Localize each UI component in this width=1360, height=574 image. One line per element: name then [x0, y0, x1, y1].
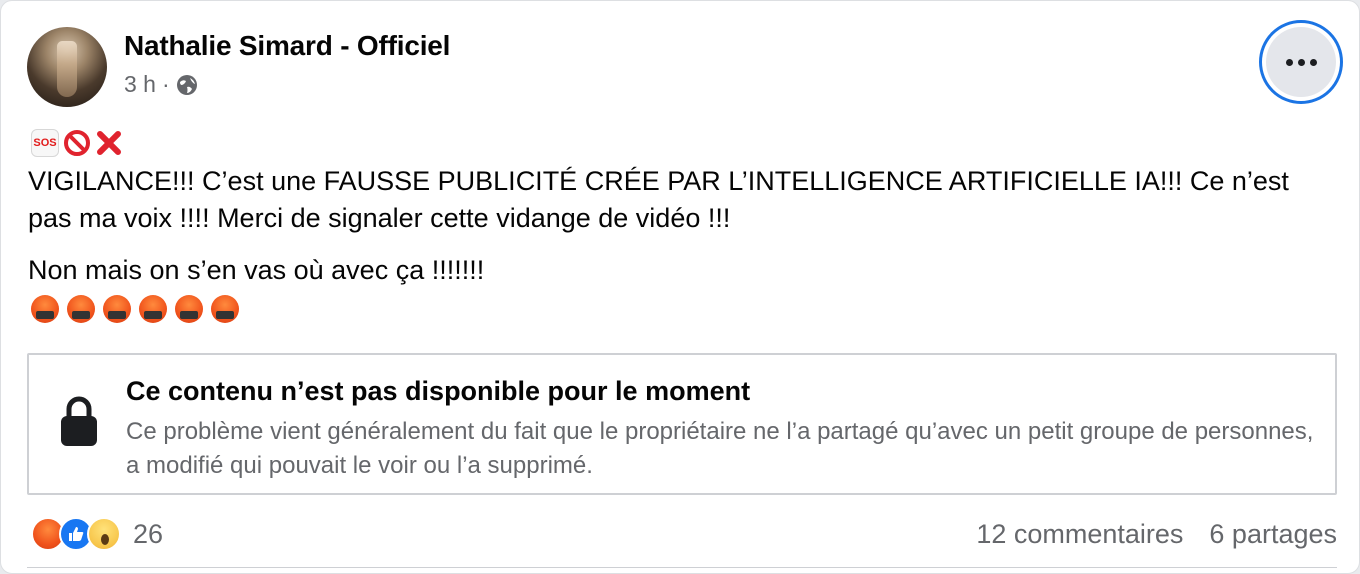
- post-text-secondary: Non mais on s’en vas où avec ça !!!!!!!: [28, 255, 485, 285]
- profile-avatar[interactable]: [27, 27, 107, 107]
- cursing-face-icon: [175, 295, 203, 323]
- reaction-count[interactable]: 26: [133, 519, 163, 550]
- globe-icon: [176, 74, 197, 95]
- angry-emoji-row: [31, 295, 239, 323]
- lock-icon: [61, 396, 97, 446]
- sos-icon: SOS: [31, 129, 59, 157]
- cursing-face-icon: [139, 295, 167, 323]
- unavailable-title: Ce contenu n’est pas disponible pour le …: [126, 376, 751, 406]
- cursing-face-icon: [31, 295, 59, 323]
- comments-count-link[interactable]: 12 commentaires: [976, 519, 1183, 550]
- post-text-main: VIGILANCE!!! C’est une FAUSSE PUBLICITÉ …: [28, 166, 1289, 233]
- author-name[interactable]: Nathalie Simard - Officiel: [124, 30, 450, 62]
- cursing-face-icon: [211, 295, 239, 323]
- cursing-face-icon: [103, 295, 131, 323]
- post-footer: 26 12 commentaires 6 partages: [1, 511, 1359, 561]
- footer-divider: [27, 567, 1337, 568]
- lead-emoji-row: SOS: [31, 129, 123, 157]
- reaction-summary[interactable]: 26: [31, 517, 163, 551]
- post-meta: 3 h ·: [124, 71, 198, 98]
- more-options-button[interactable]: [1259, 20, 1343, 104]
- meta-separator: ·: [161, 71, 170, 97]
- cursing-face-icon: [67, 295, 95, 323]
- more-horizontal-icon: [1266, 27, 1336, 97]
- unavailable-content-box: Ce contenu n’est pas disponible pour le …: [27, 353, 1337, 495]
- post-card: Nathalie Simard - Officiel 3 h · SOS VIG…: [0, 0, 1360, 574]
- shares-count-link[interactable]: 6 partages: [1209, 519, 1337, 550]
- cross-mark-icon: [97, 131, 121, 155]
- post-timestamp[interactable]: 3 h: [124, 71, 156, 98]
- engagement-stats: 12 commentaires 6 partages: [976, 519, 1337, 550]
- unavailable-description: Ce problème vient généralement du fait q…: [126, 418, 1314, 479]
- wow-reaction-icon: [87, 517, 121, 551]
- prohibited-icon: [64, 130, 90, 156]
- post-message: VIGILANCE!!! C’est une FAUSSE PUBLICITÉ …: [28, 163, 1328, 237]
